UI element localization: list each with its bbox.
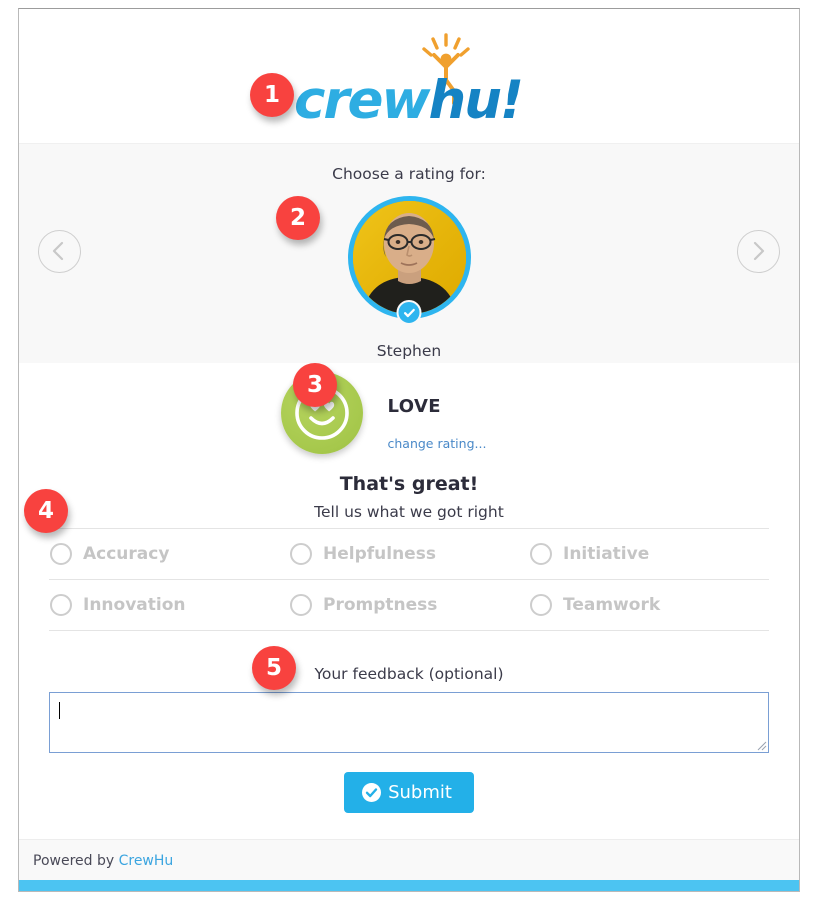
carousel-title: Choose a rating for: xyxy=(332,165,486,183)
feedback-label: Your feedback (optional) xyxy=(314,665,504,683)
person-portrait-icon xyxy=(352,201,466,314)
tag-option-promptness[interactable]: Promptness xyxy=(289,594,529,616)
tag-option-helpfulness[interactable]: Helpfulness xyxy=(289,543,529,565)
rating-section: LOVE change rating... That's great! Tell… xyxy=(19,363,799,528)
crewhu-link[interactable]: CrewHu xyxy=(119,853,174,869)
radio-circle-icon xyxy=(50,543,72,565)
radio-circle-icon xyxy=(530,594,552,616)
rating-label: LOVE xyxy=(387,396,441,417)
callout-badge-4: 4 xyxy=(24,489,68,533)
tag-option-teamwork[interactable]: Teamwork xyxy=(529,594,769,616)
tag-label: Accuracy xyxy=(83,544,170,564)
tag-grid: Accuracy Helpfulness Initiative Innovati… xyxy=(49,528,769,631)
callout-badge-5: 5 xyxy=(252,646,296,690)
avatar[interactable] xyxy=(347,196,471,325)
change-rating-link[interactable]: change rating... xyxy=(388,436,538,451)
logo: crewhu! xyxy=(19,33,799,135)
submit-label: Submit xyxy=(388,781,452,803)
tag-option-accuracy[interactable]: Accuracy xyxy=(49,543,289,565)
header: crewhu! xyxy=(19,9,799,143)
tag-label: Promptness xyxy=(323,595,438,615)
callout-badge-3: 3 xyxy=(293,363,337,407)
footer-prefix: Powered by xyxy=(33,853,119,869)
callout-badge-1: 1 xyxy=(250,73,294,117)
tag-option-innovation[interactable]: Innovation xyxy=(49,594,289,616)
tag-label: Teamwork xyxy=(563,595,661,615)
logo-hu-text: hu! xyxy=(428,70,524,131)
verified-badge xyxy=(396,300,422,325)
logo-wordmark: crewhu! xyxy=(294,71,524,131)
tag-row: Accuracy Helpfulness Initiative xyxy=(49,528,769,579)
survey-card: crewhu! Choose a rating for: Stephen LOV… xyxy=(18,8,800,892)
avatar-photo xyxy=(352,201,466,314)
check-badge-icon xyxy=(403,308,415,317)
submit-button[interactable]: Submit xyxy=(344,772,474,813)
screenshot-root: crewhu! Choose a rating for: Stephen LOV… xyxy=(0,0,818,900)
person-name: Stephen xyxy=(376,342,442,360)
tag-label: Innovation xyxy=(83,595,186,615)
callout-badge-2: 2 xyxy=(276,196,320,240)
feedback-section: Your feedback (optional) Submit xyxy=(49,631,769,813)
rating-headline: That's great! xyxy=(339,473,479,495)
radio-circle-icon xyxy=(290,543,312,565)
rating-subhead: Tell us what we got right xyxy=(314,503,504,521)
radio-circle-icon xyxy=(290,594,312,616)
submit-row: Submit xyxy=(49,772,769,813)
footer: Powered by CrewHu xyxy=(19,839,799,891)
footer-credit: Powered by CrewHu xyxy=(33,853,173,869)
resize-grip-icon[interactable] xyxy=(754,738,767,751)
feedback-textarea[interactable] xyxy=(49,692,769,753)
selected-person: Stephen xyxy=(19,196,799,360)
tag-label: Initiative xyxy=(563,544,650,564)
radio-circle-icon xyxy=(50,594,72,616)
radio-circle-icon xyxy=(530,543,552,565)
tag-row: Innovation Promptness Teamwork xyxy=(49,579,769,631)
footer-accent-bar xyxy=(19,880,799,891)
person-carousel: Choose a rating for: Stephen xyxy=(19,143,799,363)
tag-option-initiative[interactable]: Initiative xyxy=(529,543,769,565)
text-cursor xyxy=(59,702,60,719)
check-circle-icon xyxy=(362,783,382,802)
tag-label: Helpfulness xyxy=(323,544,436,564)
logo-crew-text: crew xyxy=(294,70,430,131)
